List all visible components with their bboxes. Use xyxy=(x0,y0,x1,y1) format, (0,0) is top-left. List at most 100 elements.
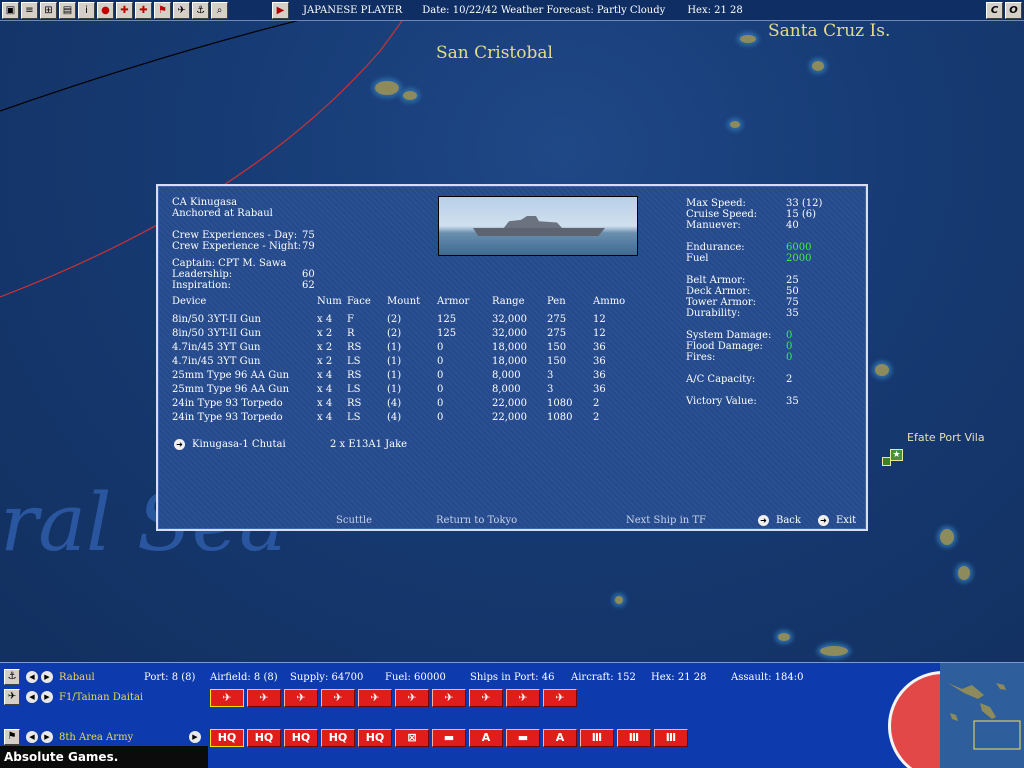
flag-icon[interactable]: ⚑ xyxy=(154,1,171,19)
scuttle-button[interactable]: Scuttle xyxy=(336,515,372,526)
play-turn-button[interactable]: ▶ xyxy=(272,1,289,19)
ground-unit-icon[interactable]: ▬ xyxy=(506,729,540,747)
next-army-icon[interactable]: ▶ xyxy=(41,731,53,743)
table-row[interactable]: 25mm Type 96 AA Gun x 4 LS (1) 0 8,000 3 36 xyxy=(172,382,633,396)
base-name[interactable]: Rabaul xyxy=(59,672,144,683)
ground-unit-icon[interactable]: HQ xyxy=(284,729,318,747)
table-row[interactable]: 4.7in/45 3YT Gun x 2 RS (1) 0 18,000 150 36 xyxy=(172,340,633,354)
army-detail-icon[interactable]: ▶ xyxy=(189,731,201,743)
aircraft-count-value: Aircraft: 152 xyxy=(571,671,636,683)
ship-detail-dialog: CA Kinugasa Anchored at Rabaul Crew Expe… xyxy=(156,184,868,531)
ground-unit-icon[interactable]: HQ xyxy=(321,729,355,747)
device-ammo: 36 xyxy=(593,369,606,381)
aircraft-icon[interactable]: ✈ xyxy=(173,1,190,19)
air-unit-icon[interactable]: ✈ xyxy=(543,689,577,707)
back-arrow-icon[interactable]: ➜ xyxy=(758,515,769,526)
device-armor: 0 xyxy=(437,383,444,395)
ground-unit-icon[interactable]: A xyxy=(543,729,577,747)
base-unit-icon[interactable] xyxy=(882,457,891,466)
device-armor: 125 xyxy=(437,313,457,325)
anchor-icon[interactable]: ⚓ xyxy=(4,669,20,685)
max-speed-label: Max Speed: xyxy=(686,198,746,209)
air-group-name[interactable]: Kinugasa-1 Chutai xyxy=(192,439,286,450)
air-unit-icon[interactable]: ✈ xyxy=(321,689,355,707)
next-air-unit-icon[interactable]: ▶ xyxy=(41,691,53,703)
ground-unit-icon[interactable]: HQ xyxy=(210,729,244,747)
tower-armor-value: 75 xyxy=(786,297,799,308)
minimap[interactable] xyxy=(940,663,1024,768)
device-armor: 0 xyxy=(437,355,444,367)
endurance-label: Endurance: xyxy=(686,242,745,253)
deck-armor-label: Deck Armor: xyxy=(686,286,751,297)
system-damage-label: System Damage: xyxy=(686,330,772,341)
ground-unit-icon[interactable]: A xyxy=(469,729,503,747)
next-ship-button[interactable]: Next Ship in TF xyxy=(626,515,706,526)
air-unit-icon[interactable]: ✈ xyxy=(469,689,503,707)
army-name[interactable]: 8th Area Army xyxy=(59,732,189,743)
flood-damage-label: Flood Damage: xyxy=(686,341,763,352)
table-row[interactable]: 25mm Type 96 AA Gun x 4 RS (1) 0 8,000 3 36 xyxy=(172,368,633,382)
air-unit-icon[interactable]: ✈ xyxy=(358,689,392,707)
table-row[interactable]: 4.7in/45 3YT Gun x 2 LS (1) 0 18,000 150 36 xyxy=(172,354,633,368)
info-icon[interactable]: i xyxy=(78,1,95,19)
magnifier-icon[interactable]: ⌕ xyxy=(211,1,228,19)
ship-icon[interactable]: ⚓ xyxy=(192,1,209,19)
exit-button[interactable]: Exit xyxy=(836,515,856,526)
santa-cruz-label: Santa Cruz Is. xyxy=(768,21,891,41)
prev-army-icon[interactable]: ◀ xyxy=(26,731,38,743)
toolbar-button-1[interactable]: ▣ xyxy=(2,1,19,19)
toolbar-button-3[interactable]: ⊞ xyxy=(40,1,57,19)
ground-unit-icon[interactable]: ▬ xyxy=(432,729,466,747)
device-ammo: 12 xyxy=(593,327,606,339)
sea-label-partial: Sea xyxy=(150,21,244,29)
base-star-icon[interactable]: ★ xyxy=(890,449,903,461)
device-face: RS xyxy=(347,397,362,409)
medical-cross-icon[interactable]: ✚ xyxy=(116,1,133,19)
ground-unit-icon[interactable]: Ⅲ xyxy=(654,729,688,747)
ground-unit-icon[interactable]: HQ xyxy=(358,729,392,747)
device-table-header: Device Num Face Mount Armor Range Pen Ammo xyxy=(172,296,633,312)
device-header-pen: Pen xyxy=(547,296,566,307)
options-button[interactable]: O xyxy=(1005,2,1022,19)
air-unit-icon[interactable]: ✈ xyxy=(284,689,318,707)
return-to-tokyo-button[interactable]: Return to Tokyo xyxy=(436,515,517,526)
air-unit-icon[interactable]: ✈ xyxy=(432,689,466,707)
island xyxy=(812,61,824,71)
back-button[interactable]: Back xyxy=(776,515,801,526)
prev-base-icon[interactable]: ◀ xyxy=(26,671,38,683)
device-armor: 125 xyxy=(437,327,457,339)
air-unit-icon[interactable]: ✈ xyxy=(210,689,244,707)
belt-armor-label: Belt Armor: xyxy=(686,275,746,286)
table-row[interactable]: 24in Type 93 Torpedo x 4 RS (4) 0 22,000 1080 2 xyxy=(172,396,633,410)
exit-arrow-icon[interactable]: ➜ xyxy=(818,515,829,526)
device-pen: 150 xyxy=(547,341,567,353)
army-flag-icon[interactable]: ⚑ xyxy=(4,729,20,745)
ground-unit-icon[interactable]: Ⅲ xyxy=(617,729,651,747)
ground-unit-icon[interactable]: Ⅲ xyxy=(580,729,614,747)
table-row[interactable]: 24in Type 93 Torpedo x 4 LS (4) 0 22,000 1080 2 xyxy=(172,410,633,424)
ground-unit-icon[interactable]: HQ xyxy=(247,729,281,747)
japan-flag-icon[interactable]: ● xyxy=(97,1,114,19)
device-armor: 0 xyxy=(437,341,444,353)
air-unit-icon[interactable]: ✈ xyxy=(506,689,540,707)
air-unit-strip: ✈ ✈ ✈ ✈ ✈ ✈ ✈ ✈ ✈ ✈ xyxy=(210,689,580,707)
air-unit-name[interactable]: F1/Tainan Daitai xyxy=(59,692,143,703)
table-row[interactable]: 8in/50 3YT-II Gun x 4 F (2) 125 32,000 275 12 xyxy=(172,312,633,326)
airplane-icon[interactable]: ✈ xyxy=(4,689,20,705)
device-ammo: 12 xyxy=(593,313,606,325)
next-base-icon[interactable]: ▶ xyxy=(41,671,53,683)
combat-button[interactable]: C xyxy=(986,2,1003,19)
red-cross-icon[interactable]: ✚ xyxy=(135,1,152,19)
toolbar-button-4[interactable]: ▤ xyxy=(59,1,76,19)
prev-air-unit-icon[interactable]: ◀ xyxy=(26,691,38,703)
air-unit-icon[interactable]: ✈ xyxy=(247,689,281,707)
toolbar-button-2[interactable]: ≡ xyxy=(21,1,38,19)
watermark: Absolute Games. WWW.AG.RU xyxy=(0,746,208,768)
device-device: 25mm Type 96 AA Gun xyxy=(172,383,290,395)
table-row[interactable]: 8in/50 3YT-II Gun x 2 R (2) 125 32,000 275 12 xyxy=(172,326,633,340)
air-group-arrow-icon[interactable]: ➜ xyxy=(174,439,185,450)
ground-unit-icon[interactable]: ⊠ xyxy=(395,729,429,747)
san-cristobal-label: San Cristobal xyxy=(436,43,553,63)
device-ammo: 36 xyxy=(593,341,606,353)
air-unit-icon[interactable]: ✈ xyxy=(395,689,429,707)
